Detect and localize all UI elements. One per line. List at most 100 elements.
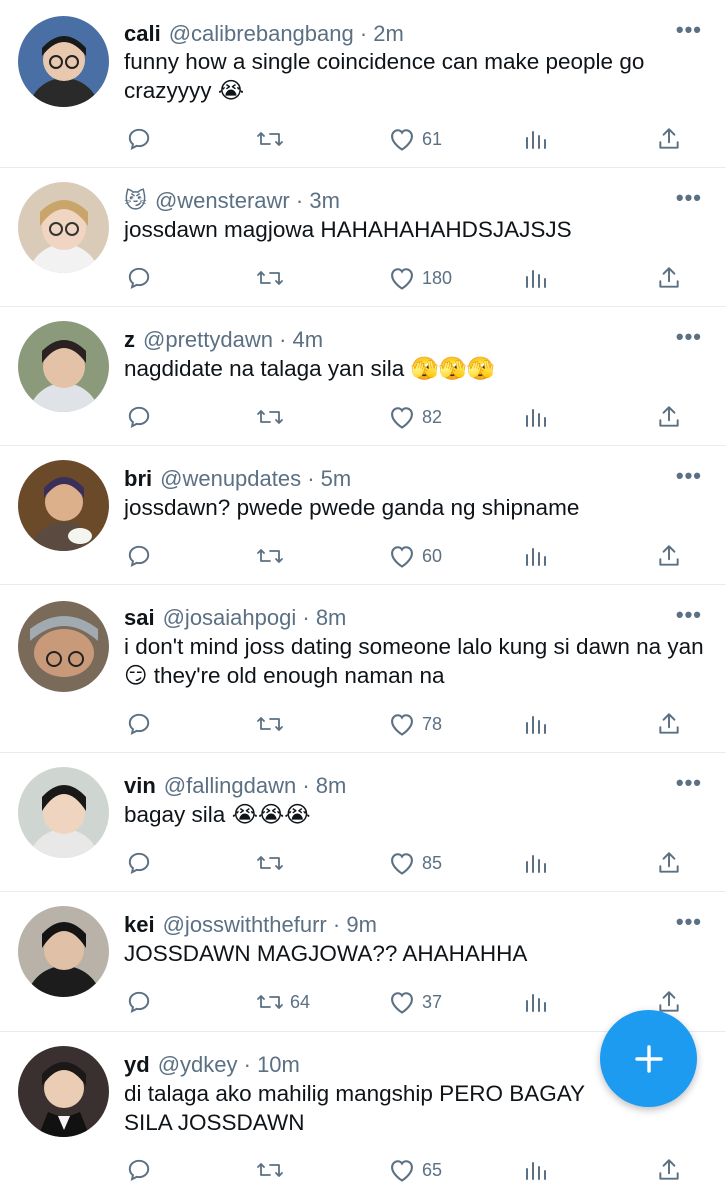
- more-options-icon[interactable]: •••: [676, 465, 702, 487]
- reply-icon: [128, 128, 150, 151]
- share-button[interactable]: [656, 262, 682, 294]
- tweet[interactable]: sai @josaiahpogi · 8m ••• i don't mind jo…: [0, 585, 726, 753]
- avatar[interactable]: [18, 767, 109, 858]
- retweet-button[interactable]: 64: [256, 986, 310, 1018]
- user-handle[interactable]: @fallingdawn: [164, 773, 296, 798]
- reply-icon: [128, 267, 150, 290]
- display-name[interactable]: 😼: [124, 188, 147, 213]
- more-options-icon[interactable]: •••: [676, 604, 702, 626]
- reply-button[interactable]: [126, 262, 152, 294]
- more-options-icon[interactable]: •••: [676, 772, 702, 794]
- timestamp[interactable]: · 3m: [296, 188, 340, 213]
- analytics-button[interactable]: [524, 123, 548, 155]
- more-options-icon[interactable]: •••: [676, 326, 702, 348]
- retweet-button[interactable]: [256, 123, 290, 155]
- more-options-icon[interactable]: •••: [676, 911, 702, 933]
- analytics-icon: [526, 1162, 546, 1180]
- analytics-button[interactable]: [524, 1154, 548, 1186]
- reply-icon: [128, 1159, 150, 1182]
- display-name[interactable]: z: [124, 327, 135, 352]
- retweet-button[interactable]: [256, 1154, 290, 1186]
- retweet-button[interactable]: [256, 401, 290, 433]
- more-options-icon[interactable]: •••: [676, 187, 702, 209]
- reply-icon: [128, 713, 150, 736]
- analytics-button[interactable]: [524, 262, 548, 294]
- reply-button[interactable]: [126, 1154, 152, 1186]
- user-handle[interactable]: @wensterawr: [155, 188, 290, 213]
- display-name[interactable]: yd: [124, 1052, 150, 1077]
- user-handle[interactable]: @wenupdates: [160, 466, 301, 491]
- tweet-text: bagay sila 😭😭😭: [124, 802, 311, 827]
- like-button[interactable]: 65: [388, 1154, 442, 1186]
- user-handle[interactable]: @prettydawn: [143, 327, 273, 352]
- tweet[interactable]: z @prettydawn · 4m ••• nagdidate na talag…: [0, 307, 726, 446]
- more-options-icon[interactable]: •••: [676, 19, 702, 41]
- share-button[interactable]: [656, 1154, 682, 1186]
- reply-button[interactable]: [126, 986, 152, 1018]
- timestamp[interactable]: · 9m: [333, 912, 377, 937]
- reply-button[interactable]: [126, 123, 152, 155]
- heart-icon: [391, 992, 413, 1014]
- like-count: 37: [422, 991, 443, 1012]
- share-button[interactable]: [656, 847, 682, 879]
- display-name[interactable]: sai: [124, 605, 155, 630]
- compose-tweet-button[interactable]: [600, 1010, 697, 1107]
- user-handle[interactable]: @josaiahpogi: [163, 605, 297, 630]
- display-name[interactable]: vin: [124, 773, 156, 798]
- display-name[interactable]: bri: [124, 466, 152, 491]
- reply-button[interactable]: [126, 540, 152, 572]
- tweet[interactable]: vin @fallingdawn · 8m ••• bagay sila 😭😭😭 …: [0, 753, 726, 892]
- reply-button[interactable]: [126, 847, 152, 879]
- share-button[interactable]: [656, 708, 682, 740]
- tweet[interactable]: cali @calibrebangbang · 2m ••• funny how …: [0, 0, 726, 168]
- tweet[interactable]: kei @josswiththefurr · 9m ••• JOSSDAWN MA…: [0, 892, 726, 1032]
- display-name[interactable]: cali: [124, 21, 161, 46]
- like-button[interactable]: 85: [388, 847, 442, 879]
- avatar[interactable]: [18, 321, 109, 412]
- user-handle[interactable]: @calibrebangbang: [169, 21, 354, 46]
- share-button[interactable]: [656, 540, 682, 572]
- timestamp[interactable]: · 5m: [307, 466, 351, 491]
- reply-button[interactable]: [126, 708, 152, 740]
- timestamp[interactable]: · 8m: [302, 773, 346, 798]
- retweet-button[interactable]: [256, 540, 290, 572]
- share-icon: [659, 1159, 679, 1180]
- action-bar: 180: [124, 262, 694, 294]
- tweet[interactable]: bri @wenupdates · 5m ••• jossdawn? pwede …: [0, 446, 726, 585]
- retweet-button[interactable]: [256, 847, 290, 879]
- analytics-button[interactable]: [524, 540, 548, 572]
- avatar[interactable]: [18, 601, 109, 692]
- share-icon: [659, 267, 679, 288]
- retweet-icon: [257, 132, 283, 146]
- like-button[interactable]: 61: [388, 123, 442, 155]
- reply-button[interactable]: [126, 401, 152, 433]
- user-handle[interactable]: @josswiththefurr: [163, 912, 327, 937]
- avatar[interactable]: [18, 1046, 109, 1137]
- analytics-button[interactable]: [524, 847, 548, 879]
- share-button[interactable]: [656, 123, 682, 155]
- retweet-button[interactable]: [256, 708, 290, 740]
- retweet-button[interactable]: [256, 262, 290, 294]
- avatar[interactable]: [18, 906, 109, 997]
- analytics-button[interactable]: [524, 708, 548, 740]
- tweet[interactable]: 😼 @wensterawr · 3m ••• jossdawn magjowa H…: [0, 168, 726, 307]
- like-button[interactable]: 82: [388, 401, 442, 433]
- like-button[interactable]: 60: [388, 540, 442, 572]
- like-button[interactable]: 180: [388, 262, 452, 294]
- timestamp[interactable]: · 8m: [302, 605, 346, 630]
- avatar[interactable]: [18, 460, 109, 551]
- timestamp[interactable]: · 2m: [360, 21, 404, 46]
- share-button[interactable]: [656, 401, 682, 433]
- avatar[interactable]: [18, 182, 109, 273]
- like-button[interactable]: 78: [388, 708, 442, 740]
- analytics-button[interactable]: [524, 401, 548, 433]
- heart-icon: [391, 407, 413, 429]
- user-handle[interactable]: @ydkey: [158, 1052, 238, 1077]
- like-button[interactable]: 37: [388, 986, 442, 1018]
- avatar[interactable]: [18, 16, 109, 107]
- timestamp[interactable]: · 10m: [244, 1052, 300, 1077]
- display-name[interactable]: kei: [124, 912, 155, 937]
- analytics-button[interactable]: [524, 986, 548, 1018]
- share-icon: [659, 128, 679, 149]
- timestamp[interactable]: · 4m: [279, 327, 323, 352]
